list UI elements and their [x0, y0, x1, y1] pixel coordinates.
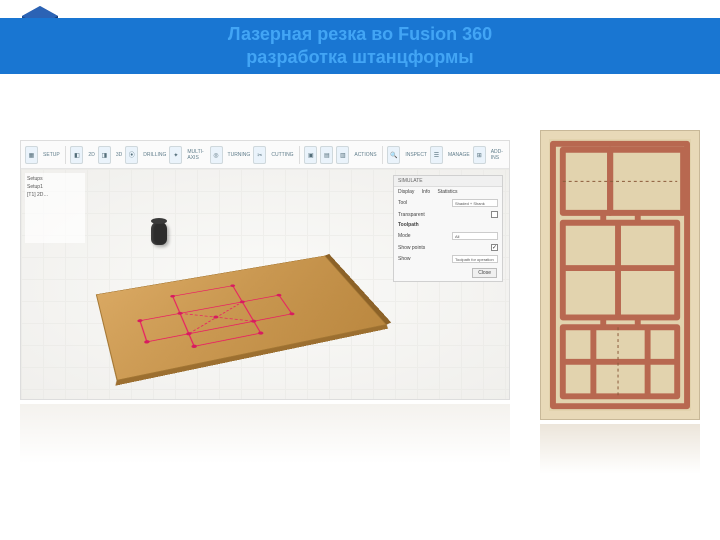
prop-row-show: Show Toolpath for operation [394, 253, 502, 265]
prop-title: SIMULATE [394, 176, 502, 187]
manage-icon[interactable]: ☰ [430, 146, 443, 164]
browser-item[interactable]: [T1] 2D… [27, 191, 83, 199]
prop-lbl: Tool [398, 200, 449, 206]
2d-icon[interactable]: ◧ [70, 146, 83, 164]
tb-label-drill: DRILLING [143, 152, 166, 158]
reflection-left [20, 404, 510, 464]
die-board-photo [540, 130, 700, 420]
prop-check-showpoints[interactable] [491, 244, 498, 251]
fusion-viewport[interactable]: Setups Setup1 [T1] 2D… [21, 169, 509, 400]
prop-tab-info[interactable]: Info [422, 189, 430, 195]
title-line-1: Лазерная резка во Fusion 360 [228, 24, 492, 44]
prop-lbl: Transparent [398, 212, 488, 218]
3d-icon[interactable]: ◨ [98, 146, 111, 164]
act2-icon[interactable]: ▤ [320, 146, 333, 164]
slide-title: Лазерная резка во Fusion 360 разработка … [228, 23, 492, 70]
inspect-icon[interactable]: 🔍 [387, 146, 400, 164]
browser-item[interactable]: Setup1 [27, 183, 83, 191]
slide-header: Лазерная резка во Fusion 360 разработка … [0, 18, 720, 74]
tb-label-manage: MANAGE [448, 152, 470, 158]
fusion-toolbar: ▦ SETUP ◧ 2D ◨ 3D ⦿ DRILLING ✦ MULTI-AXI… [21, 141, 509, 169]
prop-val-mode[interactable]: All [452, 232, 498, 240]
tb-label-cut: CUTTING [271, 152, 293, 158]
title-line-2: разработка штанцформы [246, 47, 473, 67]
tb-label-3d: 3D [116, 152, 122, 158]
prop-row-transparent: Transparent [394, 209, 502, 220]
addins-icon[interactable]: ⊞ [473, 146, 486, 164]
prop-tab-display[interactable]: Display [398, 189, 414, 195]
prop-close-row: Close [394, 265, 502, 281]
properties-panel[interactable]: SIMULATE Display Info Statistics Tool Sh… [393, 175, 503, 282]
tb-label-multi: MULTI-AXIS [187, 149, 206, 161]
prop-tabs: Display Info Statistics [394, 187, 502, 197]
browser-panel[interactable]: Setups Setup1 [T1] 2D… [25, 173, 85, 243]
tool-cylinder [151, 221, 167, 245]
act1-icon[interactable]: ▣ [304, 146, 317, 164]
wood-plate [96, 256, 387, 381]
tb-label-2d: 2D [88, 152, 94, 158]
prop-row-mode: Mode All [394, 230, 502, 242]
prop-lbl: Show points [398, 245, 488, 251]
tb-sep [65, 146, 66, 164]
turn-icon[interactable]: ◎ [210, 146, 223, 164]
prop-row-tool: Tool Shaded + Shank [394, 197, 502, 209]
close-button[interactable]: Close [472, 268, 497, 278]
prop-lbl: Toolpath [398, 222, 498, 228]
prop-row-showpoints: Show points [394, 242, 502, 253]
prop-check-transparent[interactable] [491, 211, 498, 218]
tb-sep [299, 146, 300, 164]
drill-icon[interactable]: ⦿ [125, 146, 138, 164]
prop-lbl: Mode [398, 233, 449, 239]
setup-icon[interactable]: ▦ [25, 146, 38, 164]
slide-content: ▦ SETUP ◧ 2D ◨ 3D ⦿ DRILLING ✦ MULTI-AXI… [20, 130, 700, 510]
tb-sep [382, 146, 383, 164]
prop-lbl: Show [398, 256, 449, 262]
prop-tab-stats[interactable]: Statistics [438, 189, 458, 195]
tb-label-inspect: INSPECT [405, 152, 427, 158]
cut-icon[interactable]: ✂ [253, 146, 266, 164]
tb-label-addins: ADD-INS [491, 149, 505, 161]
tb-label-turn: TURNING [228, 152, 251, 158]
prop-val-tool[interactable]: Shaded + Shank [452, 199, 498, 207]
prop-section-toolpath: Toolpath [394, 220, 502, 230]
browser-root: Setups [27, 175, 83, 183]
reflection-right [540, 424, 700, 474]
multiaxis-icon[interactable]: ✦ [169, 146, 182, 164]
tb-label-actions: ACTIONS [354, 152, 376, 158]
act3-icon[interactable]: ▥ [336, 146, 349, 164]
tb-label-setup: SETUP [43, 152, 60, 158]
die-board [549, 139, 691, 411]
fusion-screenshot: ▦ SETUP ◧ 2D ◨ 3D ⦿ DRILLING ✦ MULTI-AXI… [20, 140, 510, 400]
prop-val-show[interactable]: Toolpath for operation [452, 255, 498, 263]
